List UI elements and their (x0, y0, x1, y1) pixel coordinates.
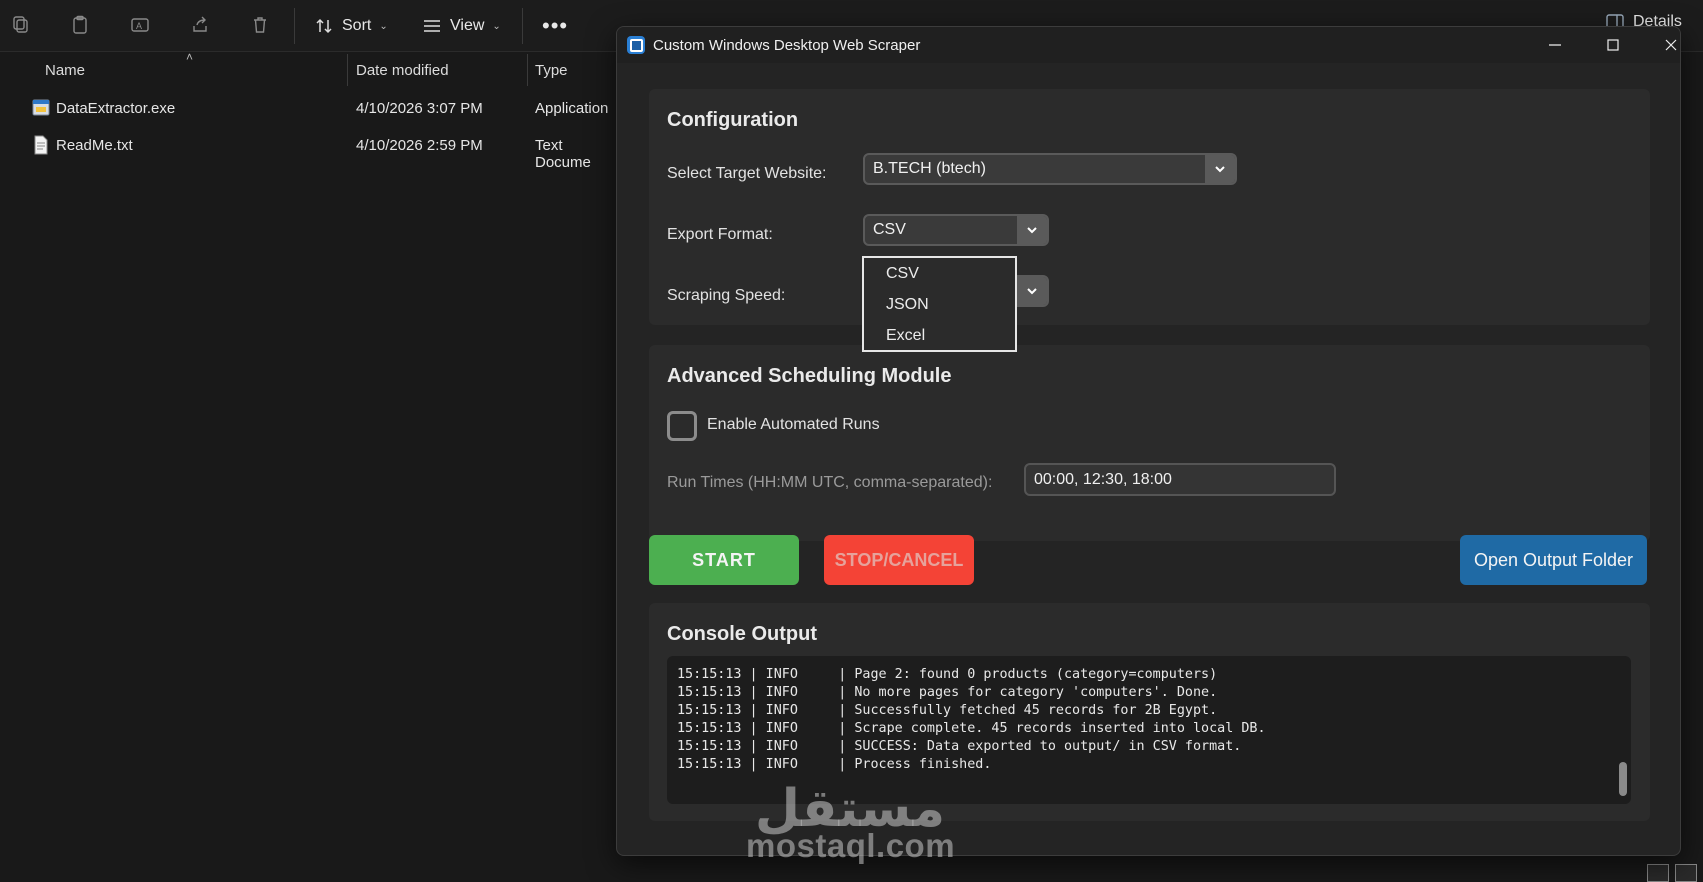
enable-automated-runs-label[interactable]: Enable Automated Runs (707, 416, 880, 434)
console-line: 15:15:13 | INFO | Process finished. (677, 757, 992, 772)
enable-automated-runs-checkbox[interactable] (667, 411, 697, 441)
minimize-icon (1549, 44, 1561, 46)
dropdown-option-excel[interactable]: Excel (886, 327, 925, 345)
run-times-label: Run Times (HH:MM UTC, comma-separated): (667, 474, 993, 491)
share-icon[interactable] (187, 12, 213, 38)
title-bar[interactable]: Custom Windows Desktop Web Scraper (617, 27, 1680, 63)
sort-icon (316, 18, 332, 34)
file-date: 4/10/2026 2:59 PM (356, 137, 483, 154)
export-format-select[interactable]: CSV (863, 214, 1049, 246)
chevron-down-icon: ⌄ (492, 20, 501, 32)
configuration-heading: Configuration (667, 109, 799, 131)
more-options-icon[interactable]: ••• (542, 12, 568, 40)
dropdown-option-json[interactable]: JSON (886, 296, 929, 314)
close-icon (1665, 39, 1677, 51)
console-heading: Console Output (667, 623, 817, 645)
file-name: ReadMe.txt (56, 137, 133, 154)
file-date: 4/10/2026 3:07 PM (356, 100, 483, 117)
file-row-readme[interactable]: ReadMe.txt 4/10/2026 2:59 PM Text Docume (0, 129, 620, 171)
run-times-input[interactable] (1034, 471, 1324, 489)
console-line: 15:15:13 | INFO | No more pages for cate… (677, 685, 1218, 700)
toolbar-divider (522, 8, 523, 44)
delete-icon[interactable] (247, 12, 273, 38)
app-icon (627, 36, 645, 54)
app-window: Custom Windows Desktop Web Scraper Confi… (616, 26, 1681, 856)
sort-button[interactable]: Sort ⌄ (314, 12, 388, 40)
close-button[interactable] (1648, 27, 1680, 63)
file-type: Text Docume (535, 137, 591, 171)
console-line: 15:15:13 | INFO | Successfully fetched 4… (677, 703, 1218, 718)
scraping-speed-label: Scraping Speed: (667, 287, 786, 304)
watermark-text: mostaql.com (746, 827, 956, 864)
tiles-view-icon[interactable] (1675, 864, 1697, 882)
export-format-dropdown: CSV JSON Excel (862, 256, 1017, 352)
column-header-name[interactable]: Name (45, 54, 85, 86)
console-scrollbar[interactable] (1619, 762, 1627, 796)
console-output[interactable]: 15:15:13 | INFO | Page 2: found 0 produc… (667, 656, 1631, 804)
paste-icon[interactable] (67, 12, 93, 38)
sort-ascending-icon: ˄ (186, 50, 194, 64)
view-icon (424, 20, 440, 32)
start-button[interactable]: START (649, 535, 799, 585)
desktop: A Sort ⌄ View ⌄ ••• Details ˄ Name Date … (0, 0, 1703, 882)
scheduling-panel: Advanced Scheduling Module Enable Automa… (649, 345, 1650, 541)
chevron-down-icon[interactable] (1017, 216, 1047, 244)
chevron-down-icon[interactable] (1017, 277, 1047, 305)
view-label: View (450, 17, 485, 34)
configuration-panel: Configuration Select Target Website: B.T… (649, 89, 1650, 325)
console-line: 15:15:13 | INFO | Page 2: found 0 produc… (677, 667, 1218, 682)
sort-label: Sort (342, 17, 372, 34)
copy-icon[interactable] (8, 12, 34, 38)
scheduling-heading: Advanced Scheduling Module (667, 365, 952, 387)
console-line: 15:15:13 | INFO | SUCCESS: Data exported… (677, 739, 1242, 754)
column-divider[interactable] (347, 54, 348, 86)
target-website-select[interactable]: B.TECH (btech) (863, 153, 1237, 185)
view-button[interactable]: View ⌄ (422, 12, 501, 40)
maximize-button[interactable] (1590, 27, 1636, 63)
file-type: Application (535, 100, 609, 117)
column-header-type[interactable]: Type (535, 54, 568, 86)
console-line: 15:15:13 | INFO | Scrape complete. 45 re… (677, 721, 1266, 736)
file-row-dataextractor[interactable]: DataExtractor.exe 4/10/2026 3:07 PM Appl… (0, 92, 620, 126)
target-website-value: B.TECH (btech) (873, 160, 986, 177)
minimize-button[interactable] (1532, 27, 1578, 63)
details-view-icon[interactable] (1647, 864, 1669, 882)
rename-icon[interactable]: A (127, 12, 153, 38)
column-header-date-modified[interactable]: Date modified (356, 54, 449, 86)
console-panel: Console Output 15:15:13 | INFO | Page 2:… (649, 603, 1650, 821)
export-format-value: CSV (873, 221, 906, 238)
column-divider[interactable] (527, 54, 528, 86)
toolbar-divider (294, 8, 295, 44)
export-format-label: Export Format: (667, 226, 773, 243)
maximize-icon (1607, 39, 1619, 51)
run-times-field[interactable] (1024, 463, 1336, 496)
svg-text:A: A (136, 21, 142, 31)
file-name: DataExtractor.exe (56, 100, 176, 117)
open-output-folder-button[interactable]: Open Output Folder (1460, 535, 1647, 585)
dropdown-option-csv[interactable]: CSV (886, 265, 919, 283)
target-website-label: Select Target Website: (667, 165, 827, 182)
stop-cancel-button[interactable]: STOP/CANCEL (824, 535, 974, 585)
text-file-icon (34, 135, 48, 155)
executable-file-icon (32, 99, 50, 116)
chevron-down-icon[interactable] (1205, 155, 1235, 183)
window-title: Custom Windows Desktop Web Scraper (653, 37, 921, 54)
chevron-down-icon: ⌄ (379, 20, 388, 32)
